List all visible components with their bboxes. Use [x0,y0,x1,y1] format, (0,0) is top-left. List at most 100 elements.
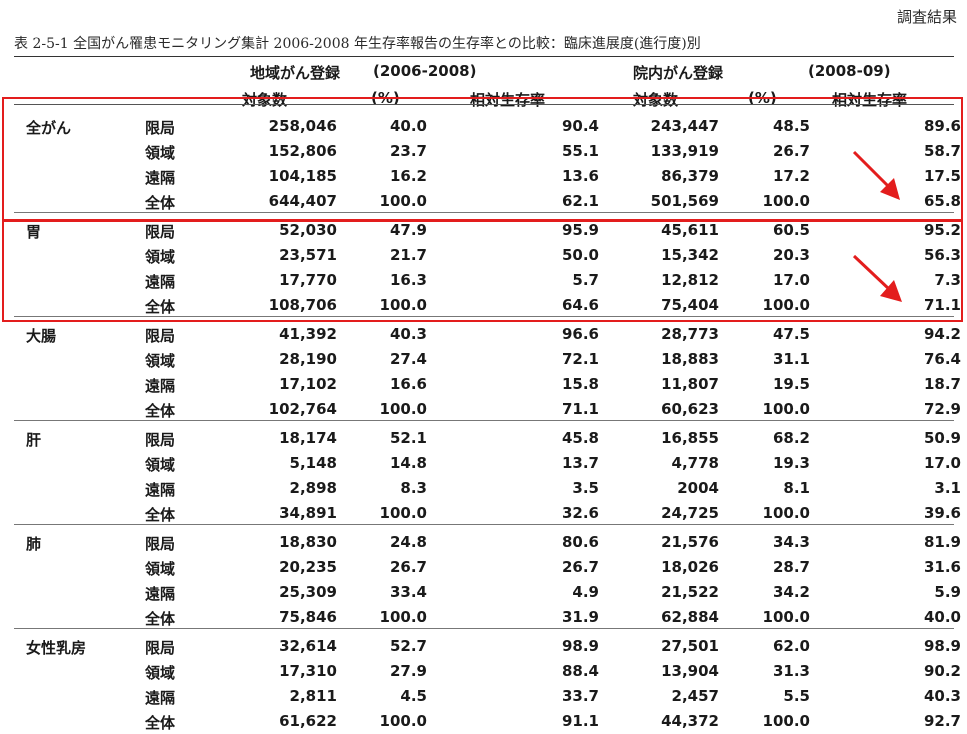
table-caption: 表 2-5-1 全国がん罹患モニタリング集計 2006-2008 年生存率報告の… [14,36,701,52]
cell-r1: 72.1 [561,350,599,368]
cell-r2: 92.7 [923,712,961,730]
table-row: 全体 34,891 100.0 32.6 24,725 100.0 39.6 [14,501,961,526]
cell-r1: 45.8 [561,429,599,447]
cell-p1: 16.6 [389,375,427,393]
cell-r1: 4.9 [572,583,599,601]
cell-p1: 33.4 [389,583,427,601]
cell-p1: 4.5 [400,687,427,705]
table-row: 遠隔 2,898 8.3 3.5 2004 8.1 3.1 [14,476,961,501]
cell-n1: 2,898 [289,479,337,497]
cell-n2: 44,372 [661,712,719,730]
table-row: 領域 28,190 27.4 72.1 18,883 31.1 76.4 [14,347,961,372]
section-divider [14,628,954,629]
cell-p1: 100.0 [379,712,427,730]
stage-label: 限局 [145,639,176,657]
cell-p2: 31.1 [772,350,810,368]
stage-label: 遠隔 [145,377,176,395]
cell-p2: 19.3 [772,454,810,472]
cell-r2: 17.0 [923,454,961,472]
highlight-box-all-cancer [2,97,963,222]
cell-r1: 96.6 [561,325,599,343]
result-label: 調査結果 [896,8,957,26]
cell-p2: 100.0 [762,504,810,522]
cell-r2: 40.3 [923,687,961,705]
cell-p2: 34.3 [772,533,810,551]
cell-n1: 34,891 [279,504,337,522]
table-row: 領域 20,235 26.7 26.7 18,026 28.7 31.6 [14,555,961,580]
cell-n2: 21,522 [661,583,719,601]
section-divider [14,420,954,421]
cell-r1: 15.8 [561,375,599,393]
table-top-rule [14,56,954,57]
cell-p2: 19.5 [772,375,810,393]
arrow-icon [852,150,900,200]
stage-label: 限局 [145,431,176,449]
stage-label: 遠隔 [145,689,176,707]
cell-p1: 52.7 [389,637,427,655]
cell-n2: 21,576 [661,533,719,551]
cell-r1: 33.7 [561,687,599,705]
highlight-box-stomach [2,219,963,322]
cell-p2: 100.0 [762,608,810,626]
group-header-regional-period: (2006-2008) [373,62,477,80]
cell-n2: 2,457 [671,687,719,705]
cell-r2: 18.7 [923,375,961,393]
cell-p1: 24.8 [389,533,427,551]
cell-r2: 50.9 [923,429,961,447]
arrow-icon [852,254,902,302]
stage-label: 限局 [145,327,176,345]
stage-label: 限局 [145,535,176,553]
cell-p1: 26.7 [389,558,427,576]
cell-p1: 100.0 [379,504,427,522]
cell-n1: 17,310 [279,662,337,680]
cell-n2: 13,904 [661,662,719,680]
cell-n1: 2,811 [289,687,337,705]
cell-r2: 98.9 [923,637,961,655]
cell-p2: 100.0 [762,400,810,418]
cell-r2: 76.4 [923,350,961,368]
cell-r1: 98.9 [561,637,599,655]
cancer-site-label: 肝 [26,431,42,449]
cell-r2: 3.1 [934,479,961,497]
cell-n1: 17,102 [279,375,337,393]
cell-r2: 94.2 [923,325,961,343]
cell-n1: 102,764 [268,400,337,418]
group-header-regional: 地域がん登録 [250,64,341,82]
table-row: 遠隔 17,102 16.6 15.8 11,807 19.5 18.7 [14,372,961,397]
cell-n2: 16,855 [661,429,719,447]
cancer-site-label: 肺 [26,535,42,553]
cell-n2: 24,725 [661,504,719,522]
cell-r2: 31.6 [923,558,961,576]
cell-n2: 18,883 [661,350,719,368]
cell-n2: 11,807 [661,375,719,393]
table-row: 大腸 限局 41,392 40.3 96.6 28,773 47.5 94.2 [14,322,961,347]
stage-label: 遠隔 [145,481,176,499]
cell-r1: 32.6 [561,504,599,522]
cell-n1: 61,622 [279,712,337,730]
table-row: 領域 5,148 14.8 13.7 4,778 19.3 17.0 [14,451,961,476]
table-row: 遠隔 2,811 4.5 33.7 2,457 5.5 40.3 [14,684,961,709]
table-row: 全体 102,764 100.0 71.1 60,623 100.0 72.9 [14,397,961,422]
cell-p2: 28.7 [772,558,810,576]
cell-p2: 100.0 [762,712,810,730]
cell-r2: 90.2 [923,662,961,680]
cancer-site-label: 大腸 [26,327,57,345]
group-header-hospital-period: (2008-09) [808,62,891,80]
cell-p1: 14.8 [389,454,427,472]
cell-r1: 91.1 [561,712,599,730]
stage-label: 領域 [145,664,176,682]
stage-label: 全体 [145,402,176,420]
table-row: 遠隔 25,309 33.4 4.9 21,522 34.2 5.9 [14,580,961,605]
cell-r2: 39.6 [923,504,961,522]
cancer-site-label: 女性乳房 [26,639,87,657]
cell-p2: 68.2 [772,429,810,447]
stage-label: 領域 [145,456,176,474]
cell-n2: 62,884 [661,608,719,626]
cell-n1: 20,235 [279,558,337,576]
cell-r1: 88.4 [561,662,599,680]
cell-p2: 31.3 [772,662,810,680]
cell-r2: 72.9 [923,400,961,418]
cell-n1: 41,392 [279,325,337,343]
stage-label: 全体 [145,610,176,628]
table-row: 領域 17,310 27.9 88.4 13,904 31.3 90.2 [14,659,961,684]
